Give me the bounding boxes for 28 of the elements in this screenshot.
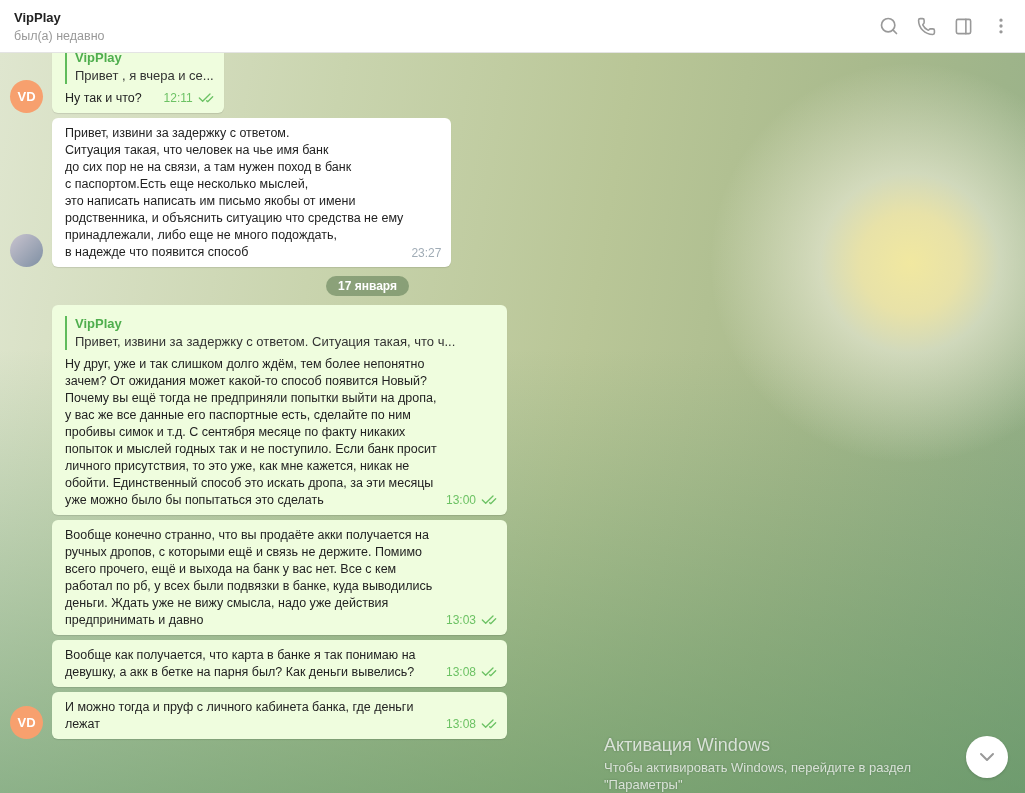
message-text: Ну друг, уже и так слишком долго ждём, тем более непонятно зачем? От ожидания может какой-то способ появится Новый? Почему вы ещё тогда не предприняли попытки выйти на дропа, у вас же все данные его паспортные есть, сделайте по ним пробивы симок и т.д. С сентября месяце по факту никаких попыток и мыслей годных так и не поступило. Если банк просит личного присутствия, то это уже, как мне кажется, никак не обойти. Единственный способ это искать дропа, за эти месяцы уже можно было бы попытаться это сделать (65, 356, 438, 509)
scroll-down-button[interactable] (966, 736, 1008, 778)
reply-text: Привет, извини за задержку с ответом. Ситуация такая, что ч... (75, 334, 456, 350)
message-time: 12:11 (163, 91, 193, 105)
message-time: 13:03 (445, 613, 476, 627)
photo-placeholder[interactable] (10, 234, 43, 267)
message-text: Вообще конечно странно, что вы продаёте акки получается на ручных дропов, с которыми ещё и связь не держите. Помимо всего прочего, ещё и выхода на банк у вас нет. Все с кем работал по рб, у всех были подвязки в банке, куда выводились деньги. Ждать уже не вижу смысла, надо уже действия предпринимать и давно (65, 527, 434, 629)
date-label: 17 января (326, 276, 409, 296)
message-text: Привет, извини за задержку с ответом. Ситуация такая, что человек на чье имя банк до сих пор не на связи, а там нужен поход в банк с паспортом.Есть еще несколько мыслей, это написать написать им письмо якобы от имени родственника, и объяснить ситуацию что средства не ему принадлежали, либо еще не много подождать, в надежде что появится способ (65, 125, 404, 261)
message-time: 23:27 (411, 246, 442, 260)
search-icon[interactable] (879, 16, 899, 36)
chat-status: был(а) недавно (14, 28, 106, 43)
reply-author: VipPlay (75, 53, 123, 66)
message-text: И можно тогда и пруф с личного кабинета банка, где деньги лежат (65, 699, 415, 733)
reply-text: Привет , я вчера и се... (75, 68, 214, 84)
reply-quote[interactable]: VipPlay Привет, извини за задержку с ответом. Ситуация такая, что ч... (65, 316, 456, 350)
chat-title: VipPlay (14, 9, 62, 25)
activation-title: Активация Windows (604, 735, 771, 756)
message-time: 13:08 (445, 665, 476, 679)
phone-icon[interactable] (917, 16, 936, 36)
message-text: Вообще как получается, что карта в банке я так понимаю на девушку, а акк в бетке на парня был? Как деньги вывелись? (65, 647, 417, 681)
message-time: 13:08 (445, 717, 476, 731)
reply-author: VipPlay (75, 316, 123, 332)
activation-text: Чтобы активировать Windows, перейдите в раздел "Параметры" (604, 759, 912, 793)
reply-quote[interactable]: VipPlay Привет , я вчера и се... (65, 53, 214, 84)
message-time: 13:00 (445, 493, 476, 507)
side-panel-icon[interactable] (954, 16, 973, 36)
message-text: Ну так и что? (65, 90, 143, 107)
